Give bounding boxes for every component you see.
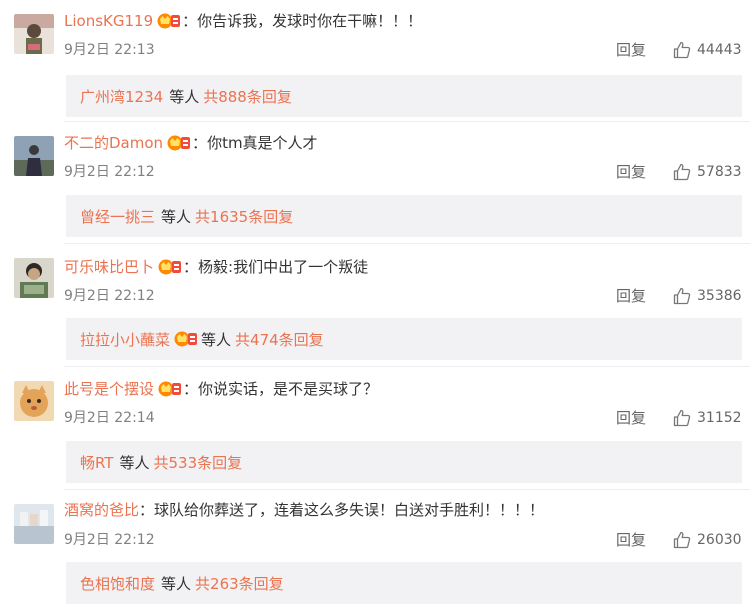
separator-colon: ： bbox=[183, 380, 199, 398]
reply-user-link[interactable]: 广州湾1234 bbox=[80, 86, 163, 107]
reply-summary[interactable]: 畅RT 等人 共533条回复 bbox=[66, 441, 742, 483]
comment-item: 此号是个摆设 ： 你说实话，是不是买球了？ 9月2日 22:14 回复 3115… bbox=[0, 367, 750, 490]
reply-summary[interactable]: 广州湾1234 等人 共888条回复 bbox=[66, 75, 742, 117]
timestamp: 9月2日 22:14 bbox=[64, 410, 155, 426]
comment-text: 球队给你葬送了，连着这么多失误！白送对手胜利！！！！ bbox=[154, 501, 545, 519]
username-link[interactable]: LionsKG119 bbox=[64, 11, 153, 31]
reply-etc-label: 等人 bbox=[119, 453, 150, 472]
comment-header: LionsKG119 ： 你告诉我，发球时你在干嘛！！！ bbox=[64, 11, 422, 31]
reply-button[interactable]: 回复 bbox=[616, 163, 646, 181]
reply-button[interactable]: 回复 bbox=[616, 287, 646, 305]
comment-text: 你说实话，是不是买球了？ bbox=[198, 380, 379, 398]
reply-user-link[interactable]: 畅RT bbox=[80, 452, 114, 473]
username-link[interactable]: 此号是个摆设 bbox=[64, 379, 154, 399]
reply-total-link[interactable]: 共888条回复 bbox=[203, 86, 292, 107]
vip-crown-icon[interactable] bbox=[158, 380, 182, 398]
comment-item: 酒窝的爸比 ： 球队给你葬送了，连着这么多失误！白送对手胜利！！！！ 9月2日 … bbox=[0, 490, 750, 608]
comment-item: LionsKG119 ： 你告诉我，发球时你在干嘛！！！ 9月2日 22:13 … bbox=[0, 0, 750, 122]
username-link[interactable]: 不二的Damon bbox=[64, 133, 163, 153]
like-count: 31152 bbox=[697, 410, 742, 426]
like-button[interactable]: 35386 bbox=[673, 287, 742, 305]
comment-text: 你tm真是个人才 bbox=[207, 134, 318, 152]
separator-colon: ： bbox=[139, 501, 155, 519]
like-count: 44443 bbox=[697, 42, 742, 58]
separator-colon: ： bbox=[183, 258, 199, 276]
comment-header: 此号是个摆设 ： 你说实话，是不是买球了？ bbox=[64, 379, 378, 399]
reply-etc-label: 等人 bbox=[161, 574, 192, 593]
username-link[interactable]: 酒窝的爸比 bbox=[64, 500, 139, 520]
like-count: 26030 bbox=[697, 532, 742, 548]
avatar[interactable] bbox=[14, 381, 54, 421]
comment-header: 可乐味比巴卜 ： 杨毅:我们中出了一个叛徒 bbox=[64, 257, 368, 277]
comment-text: 你告诉我，发球时你在干嘛！！！ bbox=[197, 12, 423, 30]
reply-user-link[interactable]: 拉拉小小蘸菜 bbox=[80, 329, 170, 350]
thumbs-up-icon bbox=[673, 409, 691, 427]
like-button[interactable]: 26030 bbox=[673, 531, 742, 549]
avatar[interactable] bbox=[14, 504, 54, 544]
reply-etc-label: 等人 bbox=[201, 330, 232, 349]
reply-total-link[interactable]: 共263条回复 bbox=[195, 573, 284, 594]
like-count: 35386 bbox=[697, 288, 742, 304]
reply-button[interactable]: 回复 bbox=[616, 41, 646, 59]
thumbs-up-icon bbox=[673, 163, 691, 181]
reply-summary[interactable]: 拉拉小小蘸菜 等人 共474条回复 bbox=[66, 318, 742, 360]
like-button[interactable]: 31152 bbox=[673, 409, 742, 427]
reply-total-link[interactable]: 共1635条回复 bbox=[195, 206, 293, 227]
vip-crown-icon[interactable] bbox=[158, 258, 182, 276]
reply-user-link[interactable]: 曾经一挑三 bbox=[80, 206, 155, 227]
like-button[interactable]: 44443 bbox=[673, 41, 742, 59]
reply-total-link[interactable]: 共474条回复 bbox=[235, 329, 324, 350]
avatar[interactable] bbox=[14, 258, 54, 298]
vip-crown-icon[interactable] bbox=[167, 134, 191, 152]
avatar[interactable] bbox=[14, 136, 54, 176]
comment-header: 酒窝的爸比 ： 球队给你葬送了，连着这么多失误！白送对手胜利！！！！ bbox=[64, 500, 544, 520]
timestamp: 9月2日 22:12 bbox=[64, 164, 155, 180]
comment-item: 可乐味比巴卜 ： 杨毅:我们中出了一个叛徒 9月2日 22:12 回复 3538… bbox=[0, 244, 750, 367]
reply-total-link[interactable]: 共533条回复 bbox=[154, 452, 243, 473]
reply-user-link[interactable]: 色相饱和度 bbox=[80, 573, 155, 594]
reply-summary[interactable]: 色相饱和度 等人 共263条回复 bbox=[66, 562, 742, 604]
reply-summary[interactable]: 曾经一挑三 等人 共1635条回复 bbox=[66, 195, 742, 237]
separator-colon: ： bbox=[192, 134, 208, 152]
vip-crown-icon[interactable] bbox=[174, 330, 198, 348]
reply-button[interactable]: 回复 bbox=[616, 531, 646, 549]
username-link[interactable]: 可乐味比巴卜 bbox=[64, 257, 154, 277]
timestamp: 9月2日 22:12 bbox=[64, 532, 155, 548]
like-button[interactable]: 57833 bbox=[673, 163, 742, 181]
vip-crown-icon[interactable] bbox=[157, 12, 181, 30]
reply-button[interactable]: 回复 bbox=[616, 409, 646, 427]
timestamp: 9月2日 22:13 bbox=[64, 42, 155, 58]
thumbs-up-icon bbox=[673, 287, 691, 305]
thumbs-up-icon bbox=[673, 41, 691, 59]
reply-etc-label: 等人 bbox=[161, 207, 192, 226]
timestamp: 9月2日 22:12 bbox=[64, 288, 155, 304]
comment-text: 杨毅:我们中出了一个叛徒 bbox=[198, 258, 369, 276]
thumbs-up-icon bbox=[673, 531, 691, 549]
reply-etc-label: 等人 bbox=[169, 87, 200, 106]
like-count: 57833 bbox=[697, 164, 742, 180]
comment-item: 不二的Damon ： 你tm真是个人才 9月2日 22:12 回复 57833 … bbox=[0, 122, 750, 244]
comment-header: 不二的Damon ： 你tm真是个人才 bbox=[64, 133, 318, 153]
separator-colon: ： bbox=[182, 12, 198, 30]
avatar[interactable] bbox=[14, 14, 54, 54]
